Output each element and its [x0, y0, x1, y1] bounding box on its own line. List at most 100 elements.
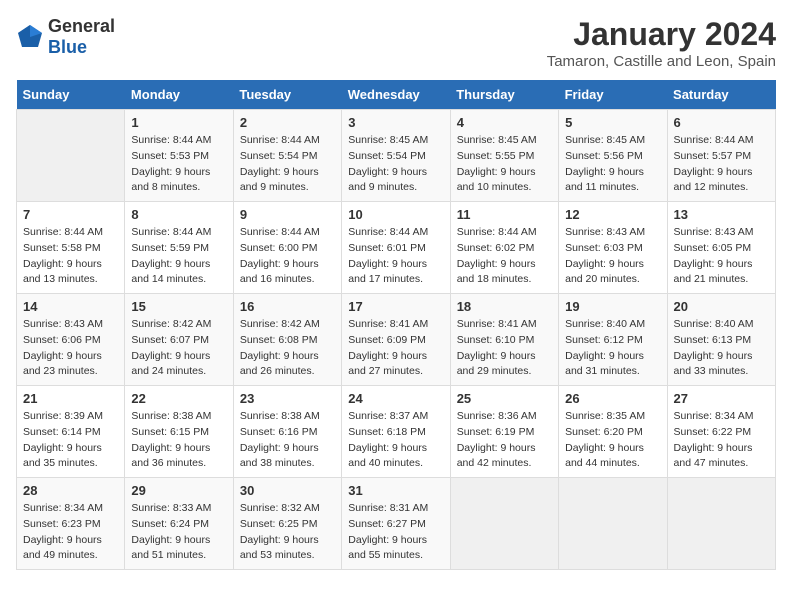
main-title: January 2024: [547, 16, 776, 53]
sun-info: Sunrise: 8:44 AMSunset: 5:58 PMDaylight:…: [23, 225, 118, 288]
calendar-cell: 13 Sunrise: 8:43 AMSunset: 6:05 PMDayligh…: [667, 202, 775, 294]
sun-info: Sunrise: 8:34 AMSunset: 6:22 PMDaylight:…: [674, 409, 769, 472]
date-number: 5: [565, 115, 660, 130]
sun-info: Sunrise: 8:45 AMSunset: 5:55 PMDaylight:…: [457, 133, 552, 196]
calendar-cell: 17 Sunrise: 8:41 AMSunset: 6:09 PMDayligh…: [342, 294, 450, 386]
sun-info: Sunrise: 8:39 AMSunset: 6:14 PMDaylight:…: [23, 409, 118, 472]
calendar-cell: 30 Sunrise: 8:32 AMSunset: 6:25 PMDayligh…: [233, 478, 341, 570]
logo-icon: [16, 23, 44, 51]
calendar-cell: 31Sunrise: 8:31 AMSunset: 6:27 PMDayligh…: [342, 478, 450, 570]
date-number: 2: [240, 115, 335, 130]
date-number: 29: [131, 483, 226, 498]
calendar-week-row: 21 Sunrise: 8:39 AMSunset: 6:14 PMDayligh…: [17, 386, 776, 478]
calendar-cell: 27Sunrise: 8:34 AMSunset: 6:22 PMDayligh…: [667, 386, 775, 478]
calendar-cell: 23 Sunrise: 8:38 AMSunset: 6:16 PMDayligh…: [233, 386, 341, 478]
date-number: 21: [23, 391, 118, 406]
sun-info: Sunrise: 8:40 AMSunset: 6:13 PMDaylight:…: [674, 317, 769, 380]
date-number: 28: [23, 483, 118, 498]
calendar-cell: 18 Sunrise: 8:41 AMSunset: 6:10 PMDayligh…: [450, 294, 558, 386]
calendar-cell: [667, 478, 775, 570]
calendar-header-row: SundayMondayTuesdayWednesdayThursdayFrid…: [17, 80, 776, 110]
day-header-sunday: Sunday: [17, 80, 125, 110]
date-number: 1: [131, 115, 226, 130]
date-number: 18: [457, 299, 552, 314]
calendar-cell: 28 Sunrise: 8:34 AMSunset: 6:23 PMDayligh…: [17, 478, 125, 570]
sun-info: Sunrise: 8:38 AMSunset: 6:15 PMDaylight:…: [131, 409, 226, 472]
sun-info: Sunrise: 8:33 AMSunset: 6:24 PMDaylight:…: [131, 501, 226, 564]
sun-info: Sunrise: 8:44 AMSunset: 6:00 PMDaylight:…: [240, 225, 335, 288]
calendar-cell: 5Sunrise: 8:45 AMSunset: 5:56 PMDaylight…: [559, 110, 667, 202]
header: General Blue January 2024 Tamaron, Casti…: [16, 16, 776, 70]
sun-info: Sunrise: 8:44 AMSunset: 6:01 PMDaylight:…: [348, 225, 443, 288]
day-header-friday: Friday: [559, 80, 667, 110]
calendar-body: 1 Sunrise: 8:44 AMSunset: 5:53 PMDaylight…: [17, 110, 776, 570]
date-number: 30: [240, 483, 335, 498]
date-number: 24: [348, 391, 443, 406]
calendar-cell: 22 Sunrise: 8:38 AMSunset: 6:15 PMDayligh…: [125, 386, 233, 478]
sun-info: Sunrise: 8:41 AMSunset: 6:10 PMDaylight:…: [457, 317, 552, 380]
calendar-week-row: 7 Sunrise: 8:44 AMSunset: 5:58 PMDaylight…: [17, 202, 776, 294]
date-number: 13: [674, 207, 769, 222]
calendar-cell: 25Sunrise: 8:36 AMSunset: 6:19 PMDayligh…: [450, 386, 558, 478]
day-header-tuesday: Tuesday: [233, 80, 341, 110]
date-number: 16: [240, 299, 335, 314]
sun-info: Sunrise: 8:43 AMSunset: 6:03 PMDaylight:…: [565, 225, 660, 288]
sun-info: Sunrise: 8:42 AMSunset: 6:08 PMDaylight:…: [240, 317, 335, 380]
calendar-cell: 24Sunrise: 8:37 AMSunset: 6:18 PMDayligh…: [342, 386, 450, 478]
sun-info: Sunrise: 8:44 AMSunset: 5:59 PMDaylight:…: [131, 225, 226, 288]
logo-text: General Blue: [48, 16, 115, 58]
sun-info: Sunrise: 8:43 AMSunset: 6:05 PMDaylight:…: [674, 225, 769, 288]
day-header-saturday: Saturday: [667, 80, 775, 110]
date-number: 10: [348, 207, 443, 222]
date-number: 23: [240, 391, 335, 406]
logo-blue: Blue: [48, 37, 87, 57]
calendar-cell: 11 Sunrise: 8:44 AMSunset: 6:02 PMDayligh…: [450, 202, 558, 294]
sun-info: Sunrise: 8:38 AMSunset: 6:16 PMDaylight:…: [240, 409, 335, 472]
sun-info: Sunrise: 8:41 AMSunset: 6:09 PMDaylight:…: [348, 317, 443, 380]
day-header-wednesday: Wednesday: [342, 80, 450, 110]
sun-info: Sunrise: 8:40 AMSunset: 6:12 PMDaylight:…: [565, 317, 660, 380]
day-header-monday: Monday: [125, 80, 233, 110]
sun-info: Sunrise: 8:31 AMSunset: 6:27 PMDaylight:…: [348, 501, 443, 564]
calendar-cell: 14 Sunrise: 8:43 AMSunset: 6:06 PMDayligh…: [17, 294, 125, 386]
date-number: 14: [23, 299, 118, 314]
logo-general: General: [48, 16, 115, 36]
calendar-cell: 6Sunrise: 8:44 AMSunset: 5:57 PMDaylight…: [667, 110, 775, 202]
calendar-cell: 7 Sunrise: 8:44 AMSunset: 5:58 PMDaylight…: [17, 202, 125, 294]
calendar-cell: [17, 110, 125, 202]
sun-info: Sunrise: 8:43 AMSunset: 6:06 PMDaylight:…: [23, 317, 118, 380]
sun-info: Sunrise: 8:35 AMSunset: 6:20 PMDaylight:…: [565, 409, 660, 472]
calendar-cell: 10 Sunrise: 8:44 AMSunset: 6:01 PMDayligh…: [342, 202, 450, 294]
date-number: 8: [131, 207, 226, 222]
calendar-cell: [450, 478, 558, 570]
date-number: 11: [457, 207, 552, 222]
date-number: 22: [131, 391, 226, 406]
date-number: 7: [23, 207, 118, 222]
sun-info: Sunrise: 8:44 AMSunset: 5:54 PMDaylight:…: [240, 133, 335, 196]
calendar-cell: 12 Sunrise: 8:43 AMSunset: 6:03 PMDayligh…: [559, 202, 667, 294]
sun-info: Sunrise: 8:32 AMSunset: 6:25 PMDaylight:…: [240, 501, 335, 564]
calendar-cell: 2 Sunrise: 8:44 AMSunset: 5:54 PMDaylight…: [233, 110, 341, 202]
sun-info: Sunrise: 8:44 AMSunset: 5:53 PMDaylight:…: [131, 133, 226, 196]
sun-info: Sunrise: 8:44 AMSunset: 6:02 PMDaylight:…: [457, 225, 552, 288]
date-number: 12: [565, 207, 660, 222]
date-number: 17: [348, 299, 443, 314]
calendar-cell: 9 Sunrise: 8:44 AMSunset: 6:00 PMDaylight…: [233, 202, 341, 294]
calendar-cell: 1 Sunrise: 8:44 AMSunset: 5:53 PMDaylight…: [125, 110, 233, 202]
calendar-week-row: 28 Sunrise: 8:34 AMSunset: 6:23 PMDayligh…: [17, 478, 776, 570]
calendar-cell: 8 Sunrise: 8:44 AMSunset: 5:59 PMDaylight…: [125, 202, 233, 294]
calendar-week-row: 14 Sunrise: 8:43 AMSunset: 6:06 PMDayligh…: [17, 294, 776, 386]
sun-info: Sunrise: 8:34 AMSunset: 6:23 PMDaylight:…: [23, 501, 118, 564]
calendar-cell: 20Sunrise: 8:40 AMSunset: 6:13 PMDayligh…: [667, 294, 775, 386]
calendar-cell: 4Sunrise: 8:45 AMSunset: 5:55 PMDaylight…: [450, 110, 558, 202]
sun-info: Sunrise: 8:45 AMSunset: 5:54 PMDaylight:…: [348, 133, 443, 196]
calendar-cell: 16 Sunrise: 8:42 AMSunset: 6:08 PMDayligh…: [233, 294, 341, 386]
calendar-cell: [559, 478, 667, 570]
subtitle: Tamaron, Castille and Leon, Spain: [547, 53, 776, 70]
date-number: 6: [674, 115, 769, 130]
calendar-cell: 21 Sunrise: 8:39 AMSunset: 6:14 PMDayligh…: [17, 386, 125, 478]
date-number: 9: [240, 207, 335, 222]
day-header-thursday: Thursday: [450, 80, 558, 110]
calendar-cell: 26Sunrise: 8:35 AMSunset: 6:20 PMDayligh…: [559, 386, 667, 478]
sun-info: Sunrise: 8:36 AMSunset: 6:19 PMDaylight:…: [457, 409, 552, 472]
